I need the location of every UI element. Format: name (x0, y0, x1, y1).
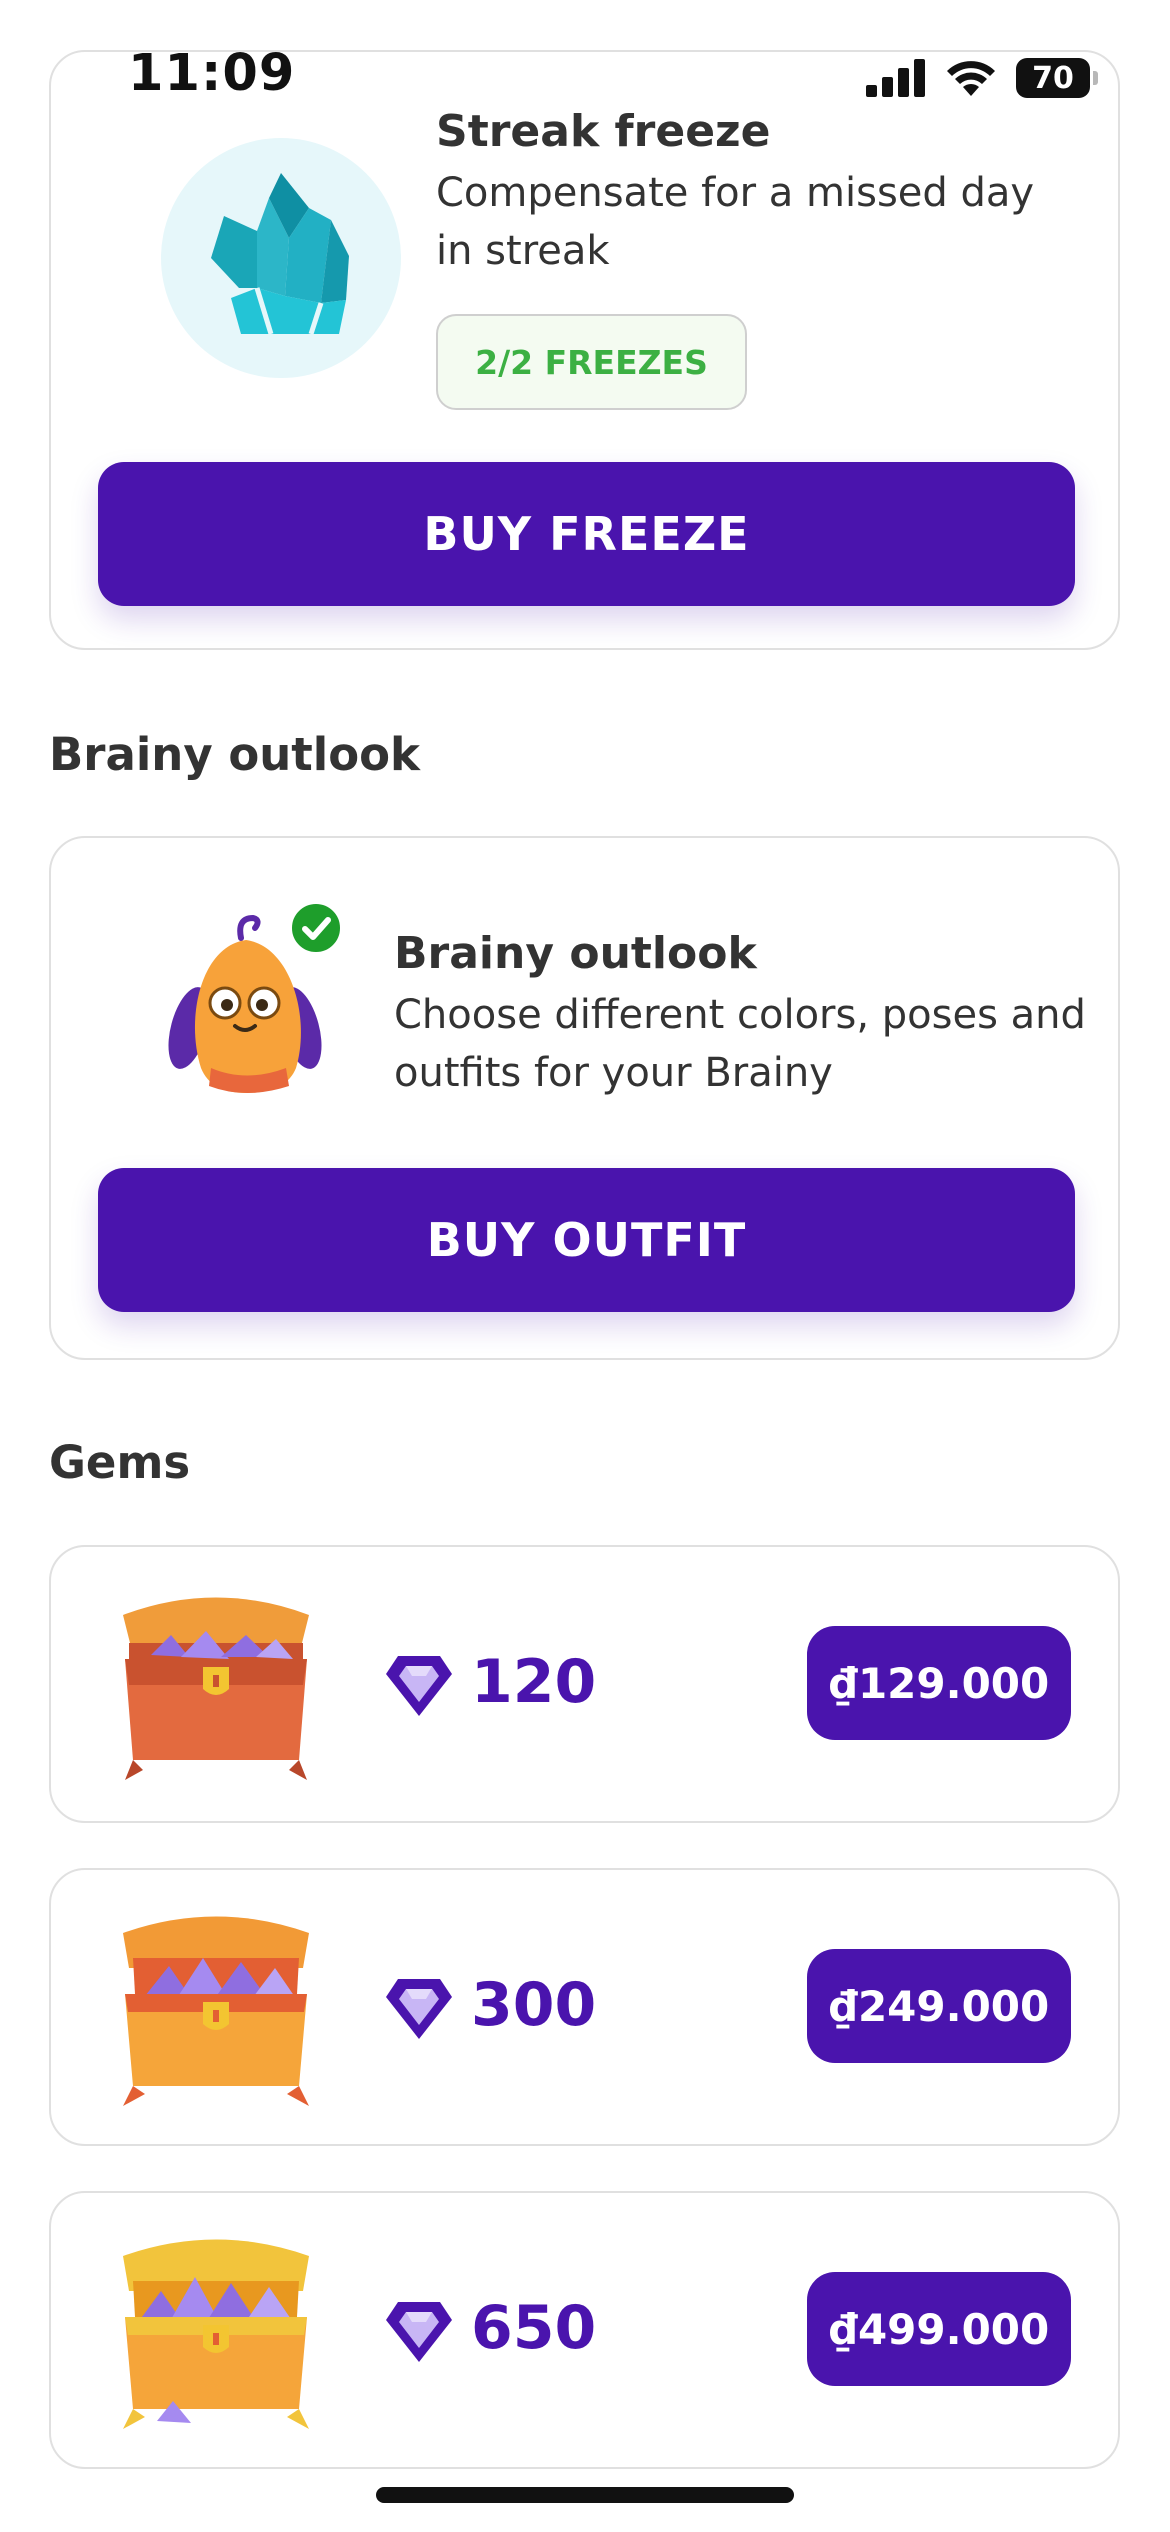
battery-icon: 70 (1016, 58, 1098, 98)
price-button[interactable]: ₫499.000 (807, 2272, 1071, 2386)
treasure-chest-large-icon (123, 2239, 309, 2429)
battery-level: 70 (1032, 60, 1074, 96)
treasure-chest-medium-icon (123, 1916, 309, 2106)
gem-amount: 300 (471, 1970, 597, 2040)
status-bar: 11:09 70 (0, 0, 1170, 150)
status-icons: 70 (866, 58, 1098, 98)
brainy-outlook-card: Brainy outlook Choose different colors, … (49, 836, 1120, 1360)
buy-freeze-button[interactable]: BUY FREEZE (98, 462, 1075, 606)
gem-icon (386, 1656, 452, 1716)
gems-section-heading: Gems (49, 1436, 191, 1489)
gem-pack-card[interactable]: 120 ₫129.000 (49, 1545, 1120, 1823)
gem-amount: 650 (471, 2293, 597, 2363)
freeze-count-badge: 2/2 FREEZES (436, 314, 747, 410)
streak-freeze-desc-line1: Compensate for a missed day (436, 170, 1035, 216)
treasure-chest-small-icon (123, 1597, 309, 1780)
gem-pack-card[interactable]: 650 ₫499.000 (49, 2191, 1120, 2469)
brainy-outlook-desc-line1: Choose different colors, poses and (394, 992, 1086, 1038)
home-indicator[interactable] (376, 2487, 794, 2503)
price-button[interactable]: ₫129.000 (807, 1626, 1071, 1740)
buy-outfit-button[interactable]: BUY OUTFIT (98, 1168, 1075, 1312)
wifi-icon (947, 61, 995, 96)
brainy-outlook-desc-line2: outfits for your Brainy (394, 1050, 833, 1096)
outlook-section-heading: Brainy outlook (49, 728, 420, 781)
battery-tip (1093, 71, 1098, 85)
checkmark-icon (288, 900, 344, 956)
gem-amount: 120 (471, 1647, 597, 1717)
gem-icon (386, 2302, 452, 2362)
gem-pack-card[interactable]: 300 ₫249.000 (49, 1868, 1120, 2146)
ice-crystal-icon (161, 138, 401, 378)
status-time: 11:09 (128, 44, 296, 103)
streak-freeze-desc-line2: in streak (436, 228, 610, 274)
price-button[interactable]: ₫249.000 (807, 1949, 1071, 2063)
gem-icon (386, 1979, 452, 2039)
brainy-outlook-title: Brainy outlook (394, 928, 757, 979)
signal-icon (866, 59, 925, 97)
